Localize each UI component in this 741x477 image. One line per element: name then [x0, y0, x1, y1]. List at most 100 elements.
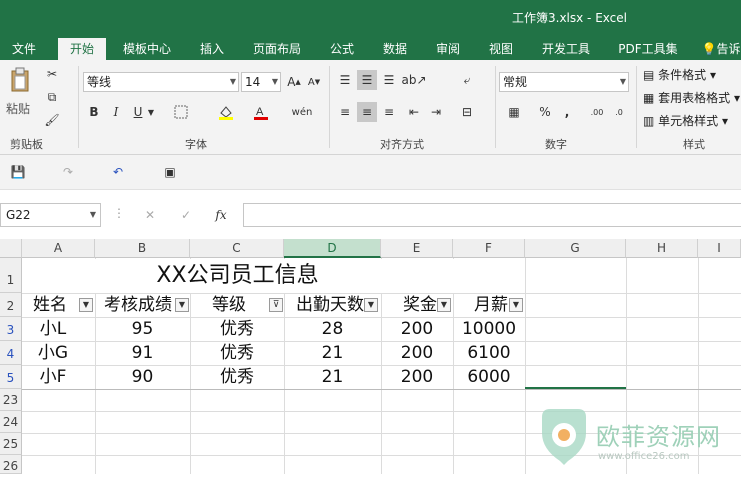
- wrap-text-icon[interactable]: ⤶: [457, 70, 477, 90]
- column-header-h[interactable]: H: [626, 239, 698, 258]
- column-header-e[interactable]: E: [381, 239, 453, 258]
- align-top-icon[interactable]: ☰: [335, 70, 355, 90]
- merge-center-icon[interactable]: ⊟: [457, 102, 477, 122]
- header-cell-name[interactable]: 姓名: [22, 294, 78, 316]
- row-header-2[interactable]: 2: [0, 293, 22, 317]
- increase-decimal-icon[interactable]: .00: [587, 102, 607, 122]
- decrease-decimal-icon[interactable]: .0: [609, 102, 629, 122]
- copy-icon[interactable]: ⧉: [42, 87, 62, 107]
- align-right-icon[interactable]: ≡: [379, 102, 399, 122]
- table-cell[interactable]: 21: [284, 366, 381, 388]
- column-header-i[interactable]: I: [698, 239, 741, 258]
- tab-pdf-tools[interactable]: PDF工具集: [612, 38, 684, 60]
- formula-input[interactable]: [243, 203, 741, 227]
- table-cell[interactable]: 200: [381, 366, 453, 388]
- header-cell-score[interactable]: 考核成绩: [95, 294, 175, 316]
- tab-page-layout[interactable]: 页面布局: [246, 38, 308, 60]
- table-cell[interactable]: 21: [284, 342, 381, 364]
- tab-insert[interactable]: 插入: [192, 38, 232, 60]
- align-middle-icon[interactable]: ☰: [357, 70, 377, 90]
- tab-home[interactable]: 开始: [58, 38, 106, 60]
- table-cell[interactable]: 优秀: [190, 366, 284, 388]
- fill-color-icon[interactable]: [216, 102, 236, 122]
- filter-dropdown-icon[interactable]: ▼: [364, 298, 378, 312]
- tell-me-search[interactable]: 💡告诉: [700, 38, 741, 60]
- tab-review[interactable]: 审阅: [428, 38, 468, 60]
- header-cell-bonus[interactable]: 奖金: [381, 294, 437, 316]
- increase-indent-icon[interactable]: ⇥: [426, 102, 446, 122]
- chevron-down-icon[interactable]: ▼: [146, 102, 156, 122]
- filter-dropdown-icon[interactable]: ▼: [79, 298, 93, 312]
- tab-developer[interactable]: 开发工具: [535, 38, 597, 60]
- table-cell[interactable]: 10000: [453, 318, 525, 340]
- cut-icon[interactable]: ✂: [42, 64, 62, 84]
- bold-button[interactable]: B: [84, 102, 104, 122]
- column-header-a[interactable]: A: [22, 239, 95, 258]
- row-header-24[interactable]: 24: [0, 411, 22, 433]
- table-cell[interactable]: 95: [95, 318, 190, 340]
- decrease-font-icon[interactable]: A ▼: [304, 72, 324, 92]
- tab-formulas[interactable]: 公式: [322, 38, 362, 60]
- table-cell[interactable]: 小G: [22, 342, 84, 364]
- confirm-entry-icon[interactable]: ✓: [176, 205, 196, 225]
- table-cell[interactable]: 小L: [22, 318, 84, 340]
- name-box[interactable]: G22 ▼: [0, 203, 101, 227]
- font-name-select[interactable]: 等线 ▼: [83, 72, 239, 92]
- paste-button[interactable]: 粘贴: [6, 100, 30, 117]
- orientation-icon[interactable]: ab↗: [401, 70, 426, 90]
- column-header-d[interactable]: D: [284, 239, 381, 258]
- tab-template-center[interactable]: 模板中心: [116, 38, 178, 60]
- insert-function-button[interactable]: fx: [211, 205, 231, 225]
- print-preview-icon[interactable]: ▣: [160, 162, 180, 182]
- accounting-format-icon[interactable]: ▦: [504, 102, 524, 122]
- row-header-26[interactable]: 26: [0, 455, 22, 474]
- align-bottom-icon[interactable]: ☰: [379, 70, 399, 90]
- table-cell[interactable]: 90: [95, 366, 190, 388]
- align-center-icon[interactable]: ≡: [357, 102, 377, 122]
- table-cell[interactable]: 200: [381, 342, 453, 364]
- filter-applied-icon[interactable]: ⊽: [269, 298, 283, 312]
- redo-icon[interactable]: ↷: [58, 162, 78, 182]
- header-cell-attendance[interactable]: 出勤天数: [284, 294, 364, 316]
- column-header-f[interactable]: F: [453, 239, 525, 258]
- cancel-entry-icon[interactable]: ✕: [140, 205, 160, 225]
- format-painter-icon[interactable]: 🖌: [42, 110, 62, 130]
- table-cell[interactable]: 28: [284, 318, 381, 340]
- cell-styles-button[interactable]: ▥ 单元格样式 ▾: [643, 112, 728, 129]
- format-as-table-button[interactable]: ▦ 套用表格格式 ▾: [643, 89, 740, 106]
- filter-dropdown-icon[interactable]: ▼: [437, 298, 451, 312]
- table-cell[interactable]: 200: [381, 318, 453, 340]
- align-left-icon[interactable]: ≡: [335, 102, 355, 122]
- underline-button[interactable]: U: [128, 102, 148, 122]
- table-cell[interactable]: 小F: [22, 366, 84, 388]
- number-format-select[interactable]: 常规 ▼: [499, 72, 629, 92]
- column-header-b[interactable]: B: [95, 239, 190, 258]
- italic-button[interactable]: I: [106, 102, 126, 122]
- decrease-indent-icon[interactable]: ⇤: [404, 102, 424, 122]
- filter-dropdown-icon[interactable]: ▼: [509, 298, 523, 312]
- row-header-3[interactable]: 3: [0, 317, 22, 341]
- select-all-corner[interactable]: [0, 239, 22, 258]
- phonetic-guide-icon[interactable]: wén: [292, 102, 313, 122]
- row-header-25[interactable]: 25: [0, 433, 22, 455]
- increase-font-icon[interactable]: A ▲: [284, 72, 304, 92]
- borders-icon[interactable]: [171, 102, 191, 122]
- header-cell-grade[interactable]: 等级: [190, 294, 268, 316]
- header-cell-salary[interactable]: 月薪: [453, 294, 508, 316]
- tab-view[interactable]: 视图: [481, 38, 521, 60]
- undo-icon[interactable]: ↶: [108, 162, 128, 182]
- row-header-23[interactable]: 23: [0, 389, 22, 411]
- row-header-4[interactable]: 4: [0, 341, 22, 365]
- conditional-formatting-button[interactable]: ▤ 条件格式 ▾: [643, 66, 716, 83]
- table-cell[interactable]: 6100: [453, 342, 525, 364]
- table-cell[interactable]: 6000: [453, 366, 525, 388]
- row-header-1[interactable]: 1: [0, 258, 22, 293]
- percent-style-button[interactable]: %: [535, 102, 555, 122]
- tab-file[interactable]: 文件: [3, 38, 45, 60]
- table-cell[interactable]: 优秀: [190, 342, 284, 364]
- table-cell[interactable]: 91: [95, 342, 190, 364]
- tab-data[interactable]: 数据: [375, 38, 415, 60]
- comma-style-button[interactable]: ,: [557, 102, 577, 122]
- save-icon[interactable]: 💾: [8, 162, 28, 182]
- row-header-5[interactable]: 5: [0, 365, 22, 389]
